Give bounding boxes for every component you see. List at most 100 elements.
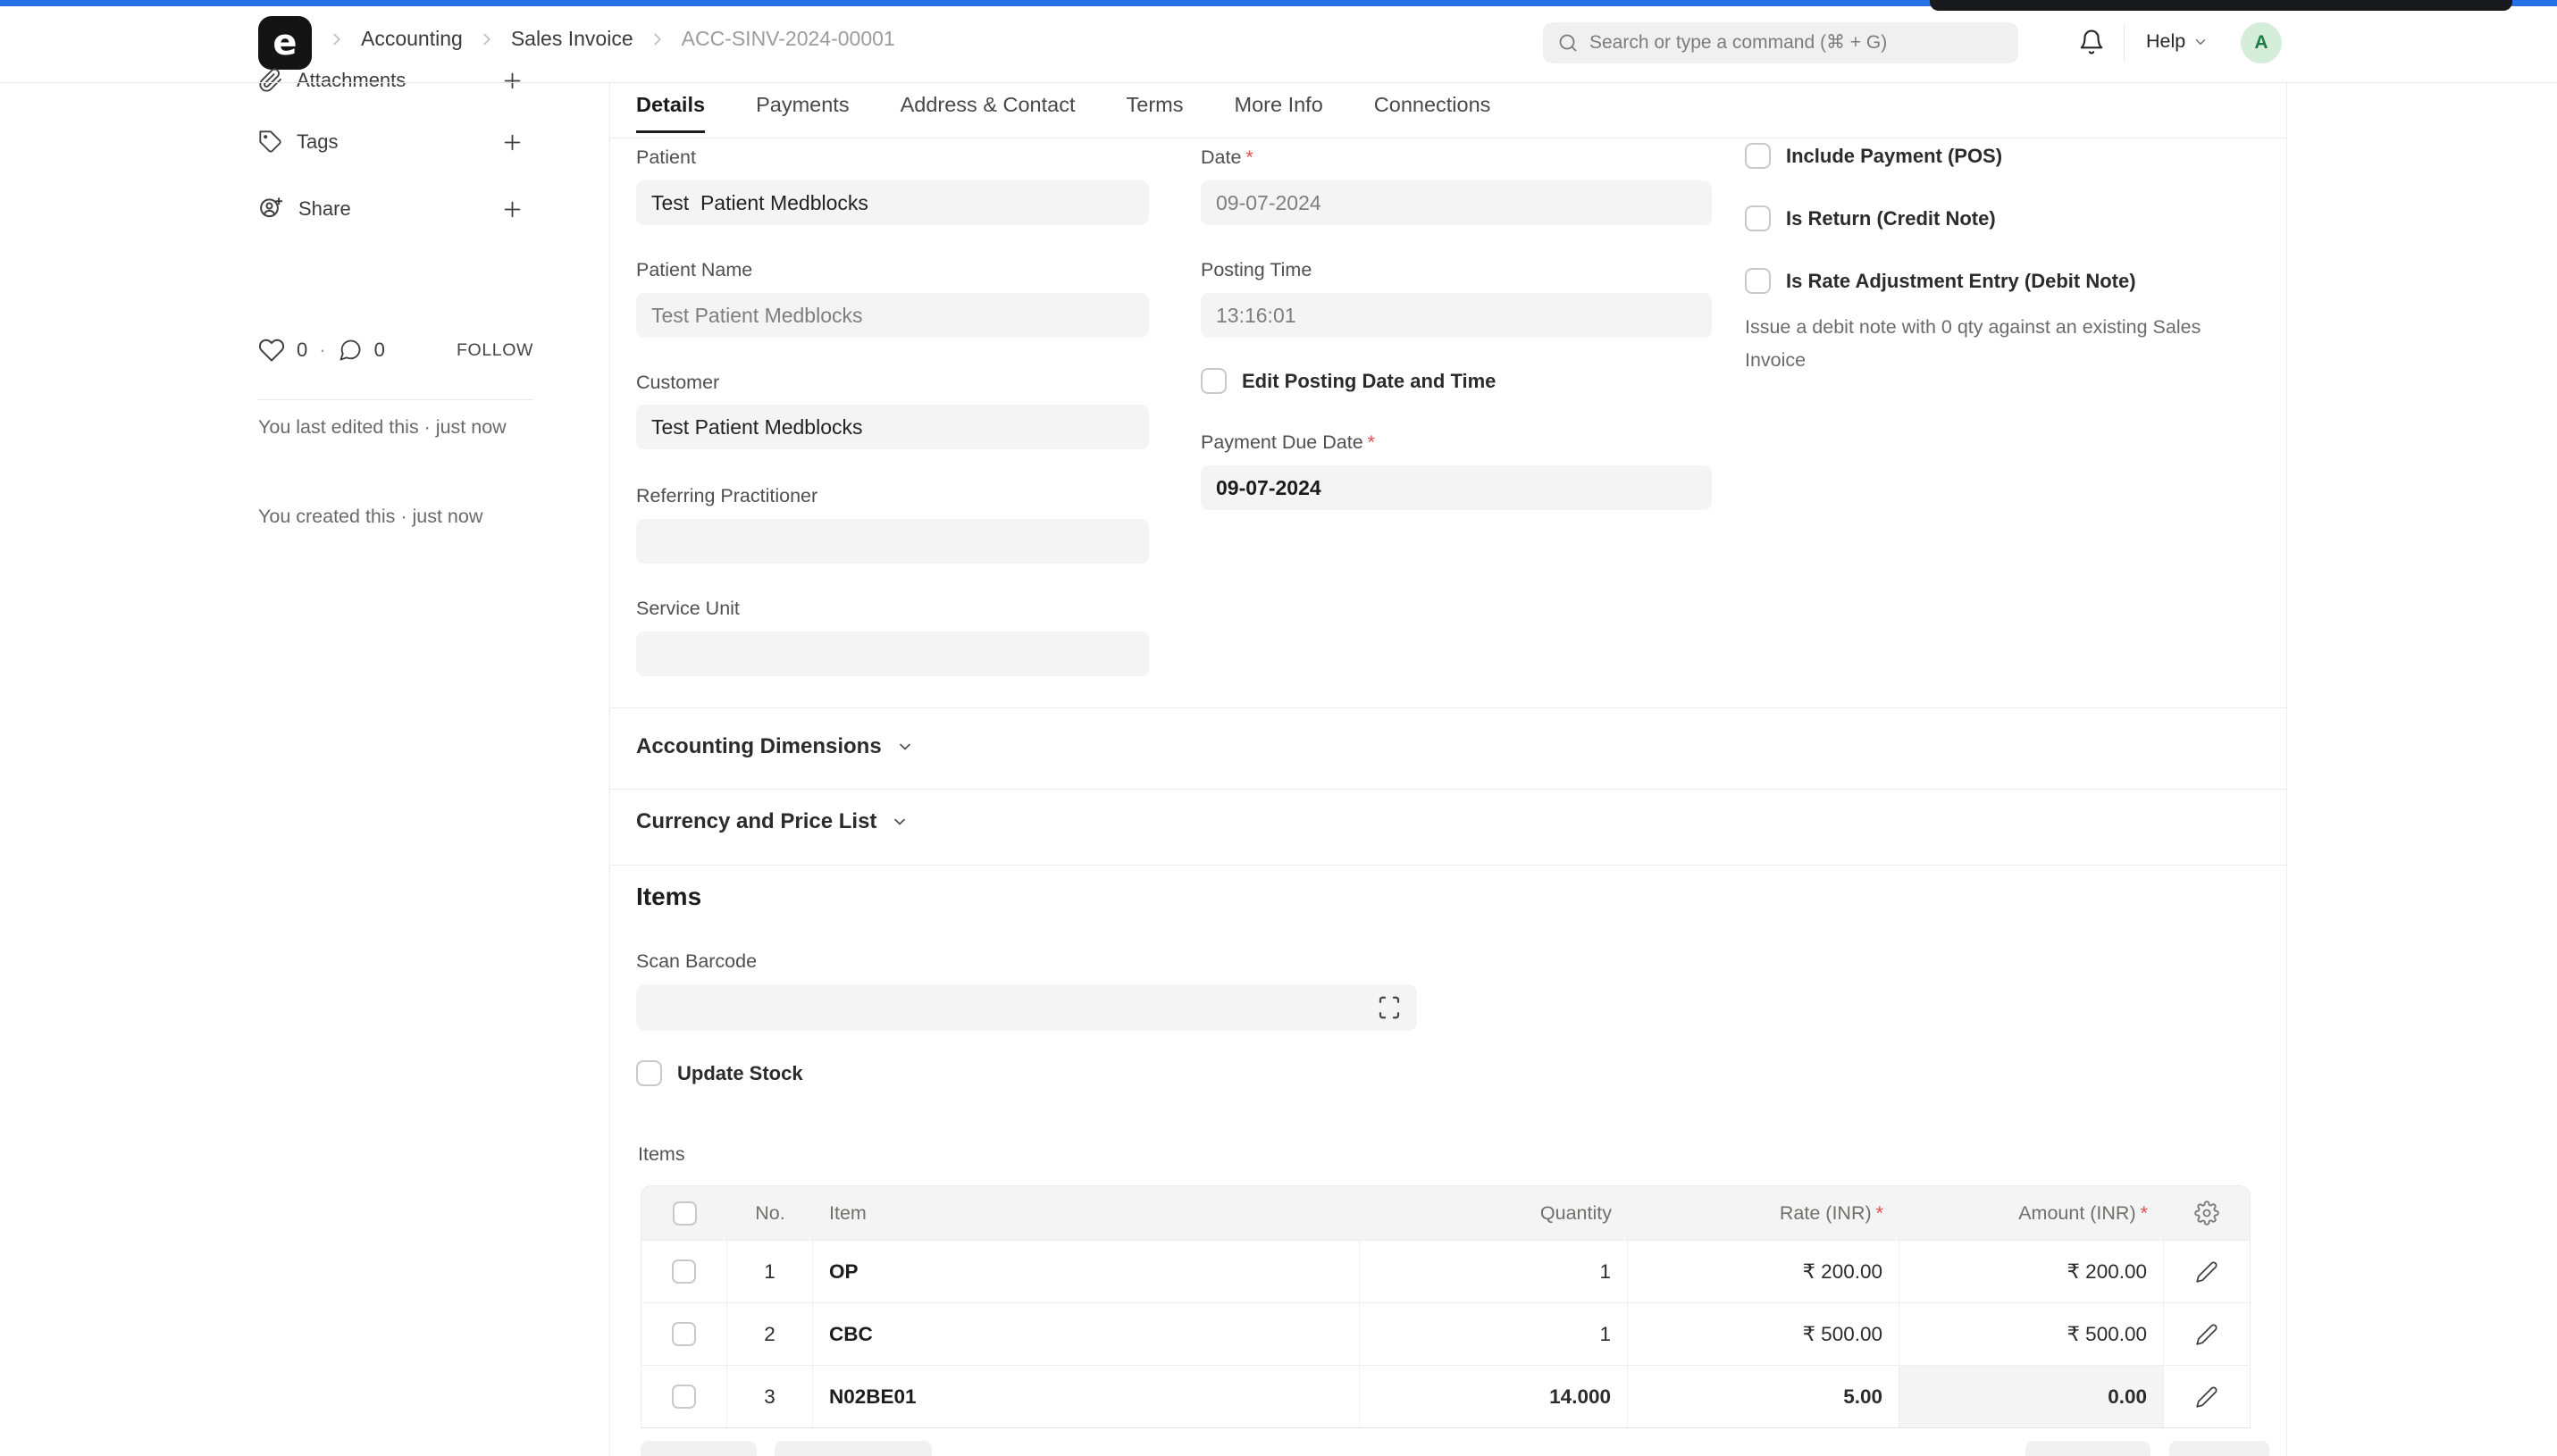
edit-posting-checkbox[interactable] (1201, 368, 1227, 394)
date-field[interactable] (1201, 180, 1712, 225)
share-label: Share (298, 197, 351, 221)
user-avatar[interactable]: A (2241, 22, 2282, 63)
patient-name-label: Patient Name (636, 259, 752, 281)
tab-address-contact[interactable]: Address & Contact (901, 93, 1076, 133)
add-tag-button[interactable] (500, 130, 524, 155)
breadcrumb: Accounting Sales Invoice ACC-SINV-2024-0… (327, 27, 895, 51)
edit-row-button[interactable] (2164, 1366, 2250, 1427)
referring-practitioner-field[interactable] (636, 519, 1149, 564)
content-left-border (609, 83, 610, 1456)
row-quantity[interactable]: 1 (1360, 1303, 1628, 1365)
items-section-title: Items (636, 883, 701, 911)
row-item[interactable]: CBC (813, 1303, 1360, 1365)
edit-posting-label: Edit Posting Date and Time (1242, 370, 1496, 393)
grid-footer-button[interactable] (775, 1441, 932, 1456)
tab-connections[interactable]: Connections (1374, 93, 1491, 133)
row-checkbox[interactable] (672, 1259, 696, 1284)
required-marker: * (1368, 431, 1375, 453)
add-attachment-button[interactable] (500, 69, 524, 93)
tab-more-info[interactable]: More Info (1235, 93, 1323, 133)
breadcrumb-sales-invoice[interactable]: Sales Invoice (511, 27, 633, 51)
screen-notch-overlay (1930, 0, 2512, 11)
row-amount[interactable]: ₹ 500.00 (1899, 1303, 2164, 1365)
posting-time-field[interactable] (1201, 293, 1712, 338)
sidebar-item-tags[interactable]: Tags (258, 122, 533, 162)
comment-icon[interactable] (338, 338, 363, 363)
search-icon (1557, 32, 1579, 54)
heart-icon[interactable] (258, 337, 285, 364)
update-stock-checkbox[interactable] (636, 1060, 662, 1086)
row-no: 3 (727, 1366, 813, 1427)
patient-name-field[interactable] (636, 293, 1149, 338)
required-marker: * (1245, 146, 1253, 168)
items-table-header: No. Item Quantity Rate (INR)* Amount (IN… (641, 1186, 2250, 1240)
section-divider (610, 865, 2286, 866)
update-stock-label: Update Stock (677, 1062, 803, 1085)
document-follow-bar: 0 · 0 FOLLOW (258, 332, 533, 368)
chevron-down-icon (896, 738, 914, 756)
row-checkbox[interactable] (672, 1322, 696, 1346)
scan-barcode-input-wrap (636, 984, 1417, 1031)
include-payment-label: Include Payment (POS) (1786, 145, 2002, 168)
scan-icon (1376, 994, 1403, 1021)
payment-due-date-field[interactable] (1201, 465, 1712, 510)
grid-settings-button[interactable] (2164, 1186, 2250, 1240)
notifications-bell-icon[interactable] (2078, 29, 2105, 60)
table-row: 3 N02BE01 14.000 5.00 0.00 (641, 1365, 2250, 1427)
row-quantity[interactable]: 1 (1360, 1241, 1628, 1302)
section-accounting-dimensions[interactable]: Accounting Dimensions (636, 734, 914, 759)
sidebar-divider (258, 399, 533, 400)
grid-footer-button[interactable] (641, 1441, 757, 1456)
header-divider (2124, 25, 2125, 61)
add-share-button[interactable] (500, 197, 524, 222)
row-rate[interactable]: 5.00 (1628, 1366, 1899, 1427)
row-item[interactable]: N02BE01 (813, 1366, 1360, 1427)
grid-footer-button[interactable] (2169, 1441, 2269, 1456)
sidebar-item-share[interactable]: Share (258, 189, 533, 229)
paperclip-icon (258, 68, 283, 93)
breadcrumb-accounting[interactable]: Accounting (361, 27, 463, 51)
customer-field[interactable] (636, 405, 1149, 449)
service-unit-field[interactable] (636, 632, 1149, 676)
is-return-checkbox[interactable] (1745, 205, 1771, 231)
tab-terms[interactable]: Terms (1127, 93, 1184, 133)
follow-button[interactable]: FOLLOW (457, 340, 533, 361)
sales-invoice-page: e Accounting Sales Invoice ACC-SINV-2024… (0, 0, 2557, 1456)
plus-icon (500, 69, 524, 93)
created-note: You created this · just now (258, 500, 535, 532)
attachments-label: Attachments (297, 69, 406, 92)
help-menu[interactable]: Help (2146, 30, 2209, 53)
search-input[interactable] (1589, 32, 2004, 54)
sidebar-item-attachments[interactable]: Attachments (258, 61, 533, 100)
referring-practitioner-label: Referring Practitioner (636, 485, 817, 507)
edit-row-button[interactable] (2164, 1303, 2250, 1365)
row-rate[interactable]: ₹ 500.00 (1628, 1303, 1899, 1365)
grid-footer-button[interactable] (2025, 1441, 2150, 1456)
section-divider (610, 789, 2286, 790)
tab-details[interactable]: Details (636, 93, 705, 133)
row-item[interactable]: OP (813, 1241, 1360, 1302)
patient-field[interactable] (636, 180, 1149, 225)
row-amount[interactable]: 0.00 (1899, 1366, 2164, 1427)
tab-payments[interactable]: Payments (756, 93, 850, 133)
section-currency-price-list[interactable]: Currency and Price List (636, 809, 909, 834)
row-checkbox[interactable] (672, 1385, 696, 1409)
gear-icon (2194, 1201, 2219, 1226)
include-payment-checkbox[interactable] (1745, 143, 1771, 169)
comments-count: 0 (374, 339, 385, 362)
is-rate-adjustment-checkbox[interactable] (1745, 268, 1771, 294)
is-rate-adjustment-label: Is Rate Adjustment Entry (Debit Note) (1786, 270, 2136, 293)
dot-separator: · (319, 339, 325, 362)
row-rate[interactable]: ₹ 200.00 (1628, 1241, 1899, 1302)
chevron-right-icon (648, 29, 667, 49)
scan-barcode-input[interactable] (650, 996, 1376, 1019)
row-quantity[interactable]: 14.000 (1360, 1366, 1628, 1427)
row-amount[interactable]: ₹ 200.00 (1899, 1241, 2164, 1302)
plus-icon (500, 197, 524, 222)
content-right-border (2286, 83, 2287, 1456)
service-unit-label: Service Unit (636, 598, 740, 620)
accounting-dimensions-label: Accounting Dimensions (636, 734, 882, 759)
tags-label: Tags (297, 130, 338, 154)
edit-row-button[interactable] (2164, 1241, 2250, 1302)
select-all-checkbox[interactable] (673, 1201, 697, 1226)
